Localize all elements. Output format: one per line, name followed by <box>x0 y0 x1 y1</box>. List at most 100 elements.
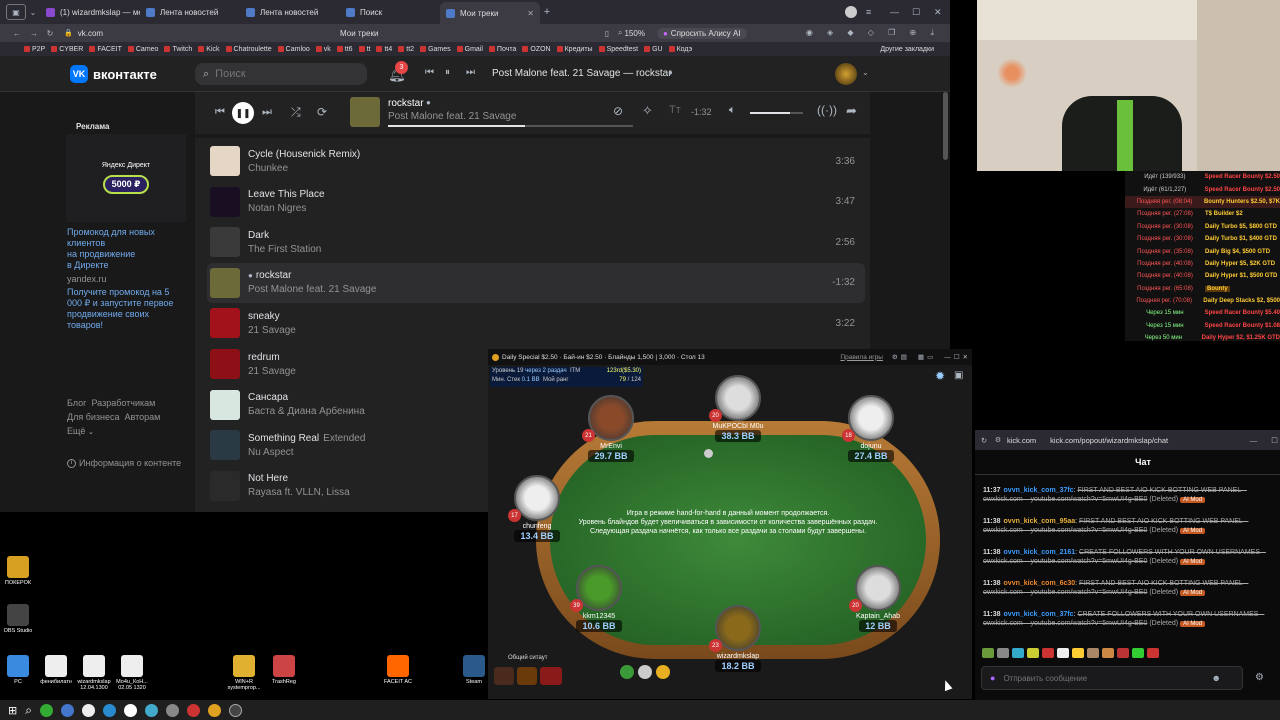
minimize-icon[interactable]: — <box>944 354 951 361</box>
tournament-row[interactable]: Через 50 мин Daily Hyper $2, $1.25K GTD <box>1125 332 1280 344</box>
bookmark-item[interactable]: P2P <box>24 46 45 53</box>
bookmark-item[interactable]: Chatroulette <box>225 46 272 53</box>
search-icon[interactable]: ⌕ <box>25 703 32 718</box>
track-cover[interactable] <box>210 227 240 258</box>
layout-icon[interactable]: ▤ <box>901 353 907 361</box>
chat-input-box[interactable]: ● ☻ <box>981 666 1243 690</box>
tab-news-2[interactable]: Лента новостей <box>240 2 340 22</box>
chat-input[interactable] <box>1003 673 1204 683</box>
pause-button[interactable]: ❚❚ <box>232 102 254 124</box>
player-seat[interactable]: chunfeng 13.4 BB 17 <box>502 475 572 542</box>
tournament-row[interactable]: Поздняя рег. (35:08) Daily Big $4, $500 G… <box>1125 245 1280 257</box>
bookmark-item[interactable]: OZON <box>522 46 551 53</box>
emote-icon[interactable] <box>1057 648 1069 658</box>
reload-icon[interactable]: ↻ <box>42 29 58 38</box>
tab-kick[interactable]: (1) wizardmkslap — меню✕ <box>40 2 140 22</box>
track-cover[interactable] <box>210 267 240 298</box>
bookmark-item[interactable]: tt2 <box>398 46 414 53</box>
emote-icon[interactable] <box>1087 648 1099 658</box>
track-cover[interactable] <box>210 186 240 217</box>
bookmark-item[interactable]: Почта <box>488 46 516 53</box>
emoji-picker-icon[interactable]: ☻ <box>1211 673 1220 683</box>
track-artist[interactable]: 21 Savage <box>248 325 296 336</box>
emote-icon[interactable] <box>1132 648 1144 658</box>
track-cover[interactable] <box>210 470 240 501</box>
track-artist[interactable]: Notan Nigres <box>248 203 325 214</box>
track-row[interactable]: Cycle (Housenick Remix) Chunkee 3:36 <box>207 141 865 181</box>
tournament-row[interactable]: Через 15 мин Speed Racer Bounty $1.08 <box>1125 320 1280 332</box>
track-title[interactable]: Something Real Extended <box>248 433 365 444</box>
text-icon[interactable]: Tт <box>669 104 681 116</box>
bookmark-item[interactable]: Games <box>420 46 451 53</box>
player-seat[interactable]: MuKPOCbI M0u 38.3 BB 20 <box>703 375 773 442</box>
emote-icon[interactable] <box>1147 648 1159 658</box>
app-icon[interactable] <box>81 703 95 717</box>
close-window-icon[interactable]: ✕ <box>934 7 942 18</box>
promo-logo-2[interactable] <box>517 667 537 685</box>
next-track-icon[interactable]: ⏭ <box>466 67 475 78</box>
lobby-icon[interactable]: ▣ <box>954 370 963 381</box>
tournament-row[interactable]: Через 15 мин Speed Racer Bounty $5.40 <box>1125 307 1280 319</box>
maximize-icon[interactable]: ☐ <box>912 7 920 18</box>
emote-icon[interactable] <box>1117 648 1129 658</box>
bookmark-icon[interactable]: ▯ <box>600 29 614 38</box>
rules-link[interactable]: Правила игры <box>840 354 883 361</box>
track-title[interactable]: Not Here <box>248 473 350 484</box>
desktop-icon[interactable]: OBS Studio <box>0 604 38 634</box>
emote-icon[interactable] <box>1072 648 1084 658</box>
chat-message[interactable]: 11:38 ovvn_kick_com_37fc: CREATE FOLLOWER… <box>983 610 1273 629</box>
alice-button[interactable]: ● Спросить Алису AI <box>656 27 747 39</box>
track-title[interactable]: Сансара <box>248 392 365 403</box>
emote-icon[interactable] <box>1102 648 1114 658</box>
message-user[interactable]: ovvn_kick_com_2161 <box>1004 549 1076 556</box>
track-cover[interactable] <box>210 146 240 176</box>
tournament-row[interactable]: Поздняя рег. (40:08) Daily Hyper $5, $2K … <box>1125 258 1280 270</box>
app-icon[interactable] <box>144 703 158 717</box>
desktop-icon[interactable]: PC <box>0 655 38 685</box>
track-row[interactable]: Dark The First Station 2:56 <box>207 222 865 262</box>
prev-track-icon[interactable]: ⏮ <box>215 106 225 119</box>
bookmark-item[interactable]: CYBER <box>51 46 83 53</box>
emote-icon[interactable] <box>1042 648 1054 658</box>
pause-icon[interactable]: ⏸ <box>445 67 450 78</box>
tournament-row[interactable]: Поздняя рег. (70:08) Daily Deep Stacks $2… <box>1125 295 1280 307</box>
bookmark-item[interactable]: Gmail <box>456 46 483 53</box>
content-info-link[interactable]: i Информация о контенте <box>67 458 181 468</box>
browser-menu-icon[interactable]: ▣ <box>6 4 26 20</box>
tournament-row[interactable]: Поздняя рег. (08:04) Bounty Hunters $2.50… <box>1125 195 1280 209</box>
vk-logo[interactable]: VK вконтакте <box>70 65 157 83</box>
player-seat[interactable]: dojunu 27.4 BB 18 <box>836 395 906 462</box>
settings-icon[interactable]: ⚙ <box>892 353 898 361</box>
close-icon[interactable]: ✕ <box>527 9 534 18</box>
dislike-icon[interactable]: ⊘ <box>613 104 623 118</box>
track-row[interactable]: sneaky 21 Savage 3:22 <box>207 303 865 343</box>
tab-my-tracks[interactable]: Мои треки ✕ <box>440 2 540 24</box>
emote-icon[interactable] <box>982 648 994 658</box>
track-title[interactable]: redrum <box>248 352 296 363</box>
search-input[interactable] <box>215 68 346 80</box>
header-now-playing[interactable]: Post Malone feat. 21 Savage — rockstar <box>492 68 672 79</box>
track-cover[interactable] <box>210 430 240 461</box>
forward-icon[interactable]: → <box>26 29 42 38</box>
repeat-icon[interactable]: ⟳ <box>317 105 327 119</box>
desktop-icon[interactable]: Мо4u_КоН... 02.05 1320 <box>112 655 152 691</box>
chevron-down-icon[interactable]: ⌄ <box>26 8 40 17</box>
emote-icon[interactable] <box>997 648 1009 658</box>
track-cover[interactable] <box>210 389 240 420</box>
grid-icon[interactable]: ▦ <box>918 353 924 361</box>
new-tab-icon[interactable]: + <box>540 6 554 18</box>
site-info-icon[interactable]: ⚙ <box>993 436 1003 444</box>
track-artist[interactable]: The First Station <box>248 244 321 255</box>
bookmark-item[interactable]: Speedtest <box>598 46 638 53</box>
bookmark-item[interactable]: Cameo <box>127 46 158 53</box>
desktop-icon[interactable]: фенибилатн <box>36 655 76 685</box>
emote-icon[interactable] <box>1012 648 1024 658</box>
footer-link-dev[interactable]: Разработчикам <box>91 398 155 408</box>
close-icon[interactable]: ✕ <box>963 353 968 361</box>
minimize-icon[interactable]: — <box>890 7 899 17</box>
tab-search[interactable]: Поиск <box>340 2 440 22</box>
player-seat[interactable]: Kaptain_Ahab 12 BB 20 <box>843 565 913 632</box>
obs-icon[interactable] <box>228 703 242 717</box>
app-icon[interactable] <box>165 703 179 717</box>
bookmark-item[interactable]: tt6 <box>336 46 353 53</box>
